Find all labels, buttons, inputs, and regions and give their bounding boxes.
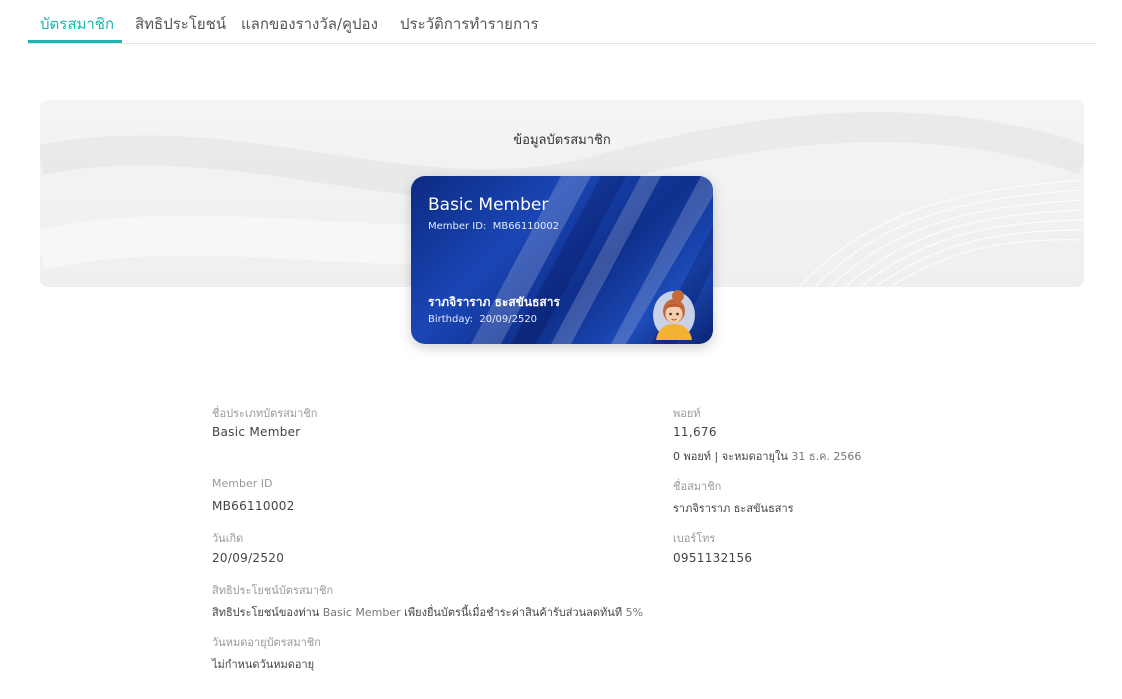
- points-expiry-text: พอยท์ | จะหมดอายุใน: [683, 450, 788, 463]
- benefit-middle: เพียงยื่นบัตรนี้เมื่อชำระค่าสินค้ารับส่ว…: [404, 606, 623, 619]
- points-expiry-date: 31 ธ.ค. 2566: [791, 450, 862, 463]
- phone-value: 0951132156: [673, 551, 753, 565]
- card-birthday-value: 20/09/2520: [479, 314, 538, 325]
- points-expiry-count: 0: [673, 450, 680, 463]
- points-label: พอยท์: [673, 407, 701, 420]
- phone-label: เบอร์โทร: [673, 532, 716, 545]
- benefit-discount: 5%: [625, 606, 644, 619]
- points-value: 11,676: [673, 425, 717, 439]
- member-card: Basic Member Member ID: MB66110002 ราภจิ…: [411, 176, 713, 344]
- tab-bar: บัตรสมาชิก สิทธิประโยชน์ แลกของรางวัล/คู…: [28, 0, 1096, 44]
- birthday-label: วันเกิด: [212, 532, 244, 545]
- card-member-id-label: Member ID:: [428, 221, 487, 232]
- member-avatar-icon: [653, 290, 695, 340]
- tab-redeem-rewards[interactable]: แลกของรางวัล/คูปอง: [241, 12, 378, 36]
- benefit-label: สิทธิประโยชน์บัตรสมาชิก: [212, 584, 334, 597]
- card-type-label: ชื่อประเภทบัตรสมาชิก: [212, 407, 318, 420]
- benefit-tier: Basic Member: [322, 606, 401, 619]
- expiry-label: วันหมดอายุบัตรสมาชิก: [212, 636, 321, 649]
- member-name-value: ราภจิราราภ ธะสขันธสาร: [673, 502, 794, 515]
- member-name-label: ชื่อสมาชิก: [673, 480, 722, 493]
- member-id-value: MB66110002: [212, 499, 295, 513]
- card-member-id: Member ID: MB66110002: [428, 221, 559, 232]
- card-birthday: Birthday: 20/09/2520: [428, 314, 537, 325]
- expiry-value: ไม่กำหนดวันหมดอายุ: [212, 658, 315, 671]
- tab-member-card[interactable]: บัตรสมาชิก: [40, 12, 114, 36]
- member-id-label: Member ID: [212, 477, 273, 490]
- points-expiry: 0 พอยท์ | จะหมดอายุใน 31 ธ.ค. 2566: [673, 447, 861, 465]
- benefit-prefix: สิทธิประโยชน์ของท่าน: [212, 606, 320, 619]
- banner-title: ข้อมูลบัตรสมาชิก: [513, 133, 611, 148]
- card-member-id-value: MB66110002: [492, 221, 560, 232]
- card-type-value: Basic Member: [212, 425, 301, 439]
- tab-benefits[interactable]: สิทธิประโยชน์: [135, 12, 226, 36]
- card-member-name: ราภจิราราภ ธะสขันธสาร: [428, 295, 560, 309]
- tab-transaction-history[interactable]: ประวัติการทำรายการ: [400, 12, 539, 36]
- card-birthday-label: Birthday:: [428, 314, 474, 325]
- card-tier-title: Basic Member: [428, 195, 549, 215]
- active-tab-indicator: [28, 40, 122, 43]
- benefit-description: สิทธิประโยชน์ของท่าน Basic Member เพียงย…: [212, 603, 643, 621]
- birthday-value: 20/09/2520: [212, 551, 285, 565]
